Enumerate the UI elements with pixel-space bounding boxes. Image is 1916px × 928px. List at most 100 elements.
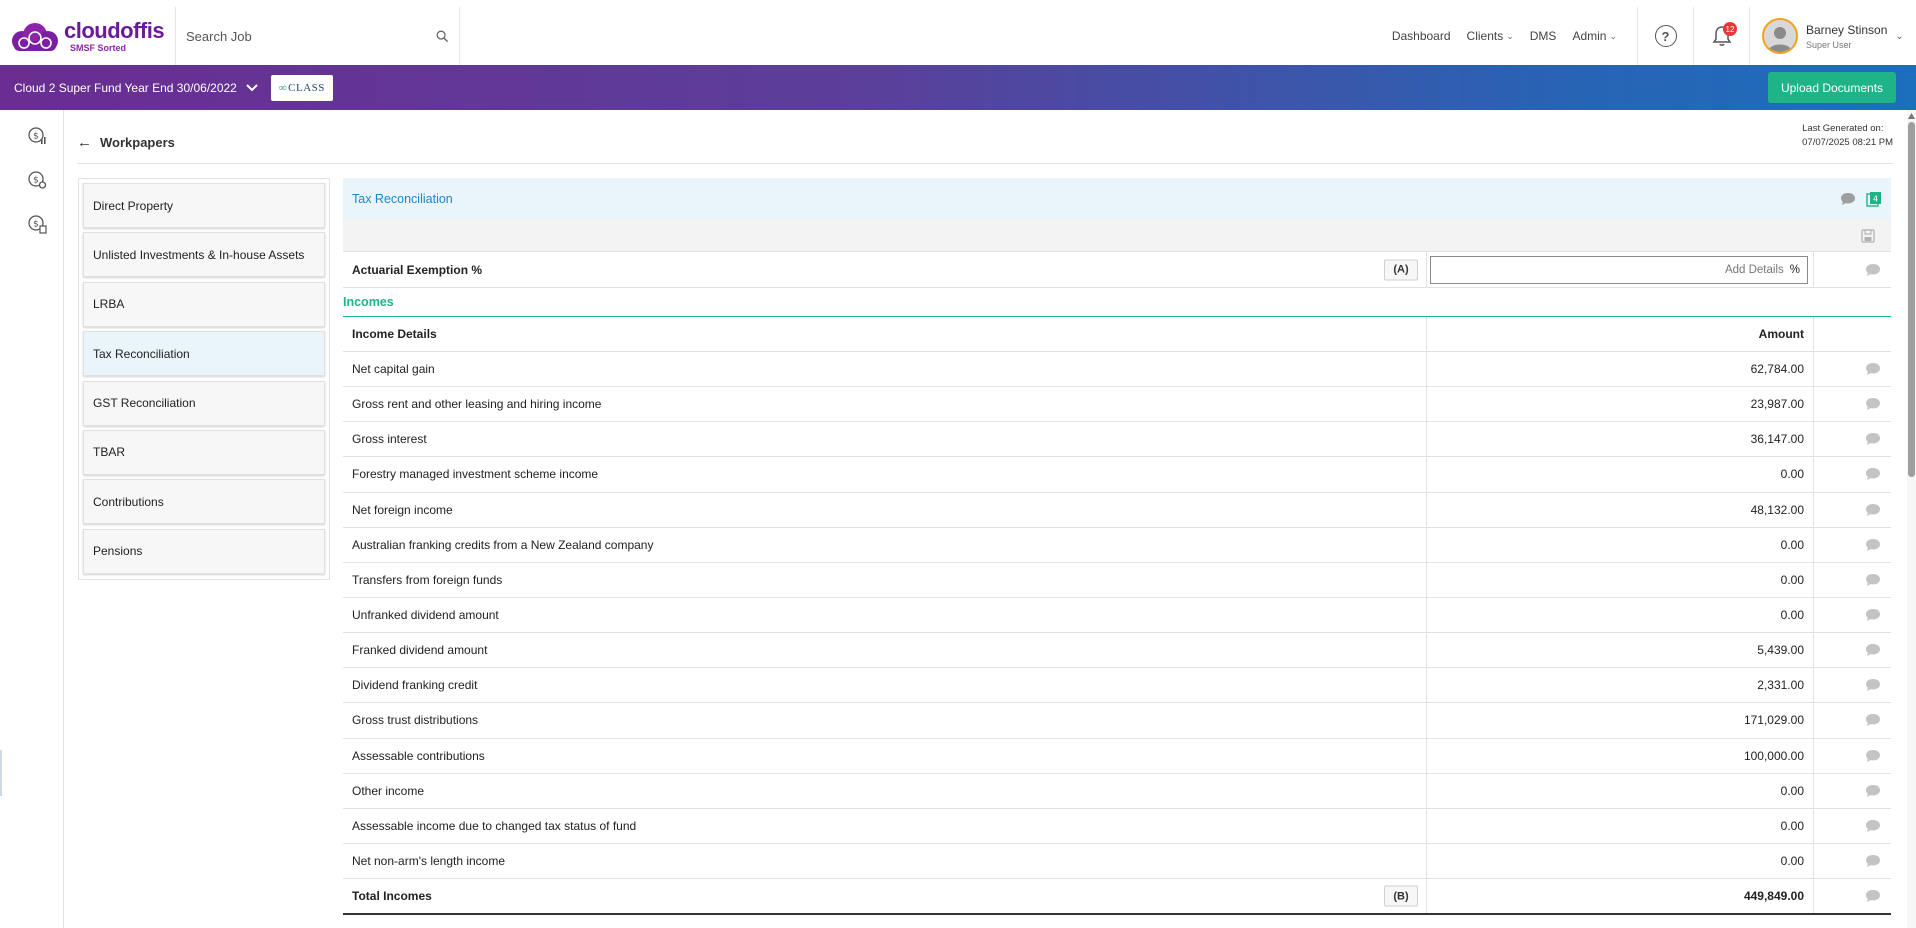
comment-icon[interactable]: [1865, 503, 1881, 517]
save-icon[interactable]: [1861, 228, 1875, 243]
comment-icon[interactable]: [1865, 819, 1881, 833]
avatar: [1762, 18, 1798, 54]
comment-icon[interactable]: [1865, 573, 1881, 587]
notification-badge: 12: [1723, 22, 1737, 36]
income-label: Unfranked dividend amount: [352, 608, 499, 623]
menu-item-contributions[interactable]: Contributions: [83, 479, 325, 525]
table-row: Unfranked dividend amount 0.00: [343, 597, 1891, 634]
comment-cell: [1813, 492, 1891, 527]
comment-icon[interactable]: [1865, 889, 1881, 903]
nav-dashboard[interactable]: Dashboard: [1392, 29, 1451, 43]
comment-icon[interactable]: [1865, 608, 1881, 622]
menu-item-tbar[interactable]: TBAR: [83, 429, 325, 475]
comment-cell: [1813, 457, 1891, 492]
table-row: Net foreign income 48,132.00: [343, 492, 1891, 528]
user-role: Super User: [1806, 39, 1852, 50]
comment-icon[interactable]: [1865, 678, 1881, 692]
upload-documents-button[interactable]: Upload Documents: [1768, 72, 1896, 103]
actuarial-exemption-input[interactable]: Add Details %: [1430, 255, 1808, 284]
actuarial-exemption-placeholder: Add Details: [1724, 263, 1784, 276]
document-stack-icon[interactable]: 4: [1866, 191, 1882, 207]
income-amount: 171,029.00: [1426, 703, 1813, 738]
svg-text:$: $: [33, 220, 39, 230]
income-label: Net foreign income: [352, 502, 453, 517]
incomes-section-title: Incomes: [343, 288, 1891, 317]
income-label: Assessable contributions: [352, 748, 485, 763]
fund-selector[interactable]: Cloud 2 Super Fund Year End 30/06/2022: [14, 81, 237, 95]
comment-icon[interactable]: [1865, 784, 1881, 798]
menu-item-unlisted-investments[interactable]: Unlisted Investments & In-house Assets: [83, 232, 325, 278]
income-label: Transfers from foreign funds: [352, 572, 503, 587]
income-label: Gross trust distributions: [352, 713, 479, 728]
comment-icon[interactable]: [1865, 263, 1881, 277]
arrow-left-icon[interactable]: ←: [77, 134, 92, 151]
chevron-down-icon: ⌄: [1506, 30, 1514, 41]
help-icon: ?: [1654, 25, 1677, 47]
comment-icon[interactable]: [1865, 467, 1881, 481]
dollar-report-icon[interactable]: $: [27, 214, 47, 234]
table-row: Assessable contributions 100,000.00: [343, 738, 1891, 774]
income-label: Forestry managed investment scheme incom…: [352, 467, 599, 482]
comment-icon[interactable]: [1865, 538, 1881, 552]
income-label: Gross rent and other leasing and hiring …: [352, 397, 602, 412]
income-amount: 62,784.00: [1426, 352, 1813, 387]
comment-cell: [1813, 422, 1891, 457]
income-amount: 0.00: [1426, 597, 1813, 633]
menu-item-tax-reconciliation[interactable]: Tax Reconciliation: [83, 331, 325, 377]
menu-item-direct-property[interactable]: Direct Property: [83, 183, 325, 228]
nav-admin[interactable]: Admin ⌄: [1572, 29, 1617, 43]
main-nav: Dashboard Clients ⌄ DMS Admin ⌄: [1376, 7, 1638, 65]
user-name: Barney Stinson: [1806, 22, 1888, 37]
user-menu[interactable]: Barney Stinson Super User ⌄: [1750, 7, 1916, 65]
help-button[interactable]: ?: [1638, 7, 1694, 65]
svg-text:$: $: [33, 132, 39, 142]
search-input[interactable]: [186, 28, 416, 44]
doc-count: 4: [1873, 195, 1878, 204]
table-row: Gross rent and other leasing and hiring …: [343, 387, 1891, 423]
menu-item-gst-reconciliation[interactable]: GST Reconciliation: [83, 380, 325, 426]
column-header-income-details: Income Details: [352, 327, 437, 341]
comment-cell: [1813, 808, 1891, 843]
reference-tag-b: (B): [1384, 885, 1418, 907]
notifications-button[interactable]: 12: [1694, 7, 1750, 65]
header-actions: 4: [1840, 191, 1882, 207]
brand-tagline: SMSF Sorted: [70, 42, 127, 53]
scroll-up-arrow-icon[interactable]: [1908, 113, 1915, 119]
comment-icon[interactable]: [1865, 643, 1881, 657]
comment-icon[interactable]: [1865, 713, 1881, 727]
last-generated-value: 07/07/2025 08:21 PM: [1802, 137, 1893, 148]
income-amount: 23,987.00: [1426, 387, 1813, 422]
left-rail: $ $ $: [0, 110, 64, 928]
page-scrollbar-thumb[interactable]: [1908, 122, 1915, 477]
table-row: Dividend franking credit 2,331.00: [343, 668, 1891, 704]
chevron-down-icon[interactable]: [245, 83, 259, 93]
comment-cell: [1813, 668, 1891, 703]
nav-clients[interactable]: Clients ⌄: [1467, 29, 1514, 43]
comment-cell: [1813, 703, 1891, 738]
nav-dms-label: DMS: [1529, 29, 1557, 43]
menu-item-pensions[interactable]: Pensions: [83, 528, 325, 574]
comment-cell: [1813, 738, 1891, 773]
income-amount: 5,439.00: [1426, 633, 1813, 668]
comment-icon[interactable]: [1865, 397, 1881, 411]
dollar-chart-icon[interactable]: $: [27, 126, 47, 146]
income-amount: 0.00: [1426, 457, 1813, 492]
nav-dms[interactable]: DMS: [1530, 29, 1557, 43]
comment-icon[interactable]: [1865, 854, 1881, 868]
income-amount: 100,000.00: [1426, 738, 1813, 773]
comment-cell: [1813, 597, 1891, 633]
table-toolbar: [343, 220, 1891, 252]
class-logo[interactable]: ∞ CLASS: [270, 74, 333, 101]
table-row: Australian franking credits from a New Z…: [343, 527, 1891, 563]
comment-icon[interactable]: [1840, 192, 1856, 206]
menu-item-lrba[interactable]: LRBA: [83, 281, 325, 327]
comment-icon[interactable]: [1865, 749, 1881, 763]
brand-logo[interactable]: cloudoffis SMSF Sorted: [0, 7, 176, 65]
dollar-settings-icon[interactable]: $: [27, 170, 47, 190]
incomes-table-header: Income Details Amount: [343, 317, 1891, 352]
income-label: Gross interest: [352, 432, 427, 447]
workpaper-menu: Direct Property Unlisted Investments & I…: [78, 178, 330, 580]
comment-icon[interactable]: [1865, 432, 1881, 446]
search-icon[interactable]: [436, 30, 449, 43]
comment-icon[interactable]: [1865, 362, 1881, 376]
